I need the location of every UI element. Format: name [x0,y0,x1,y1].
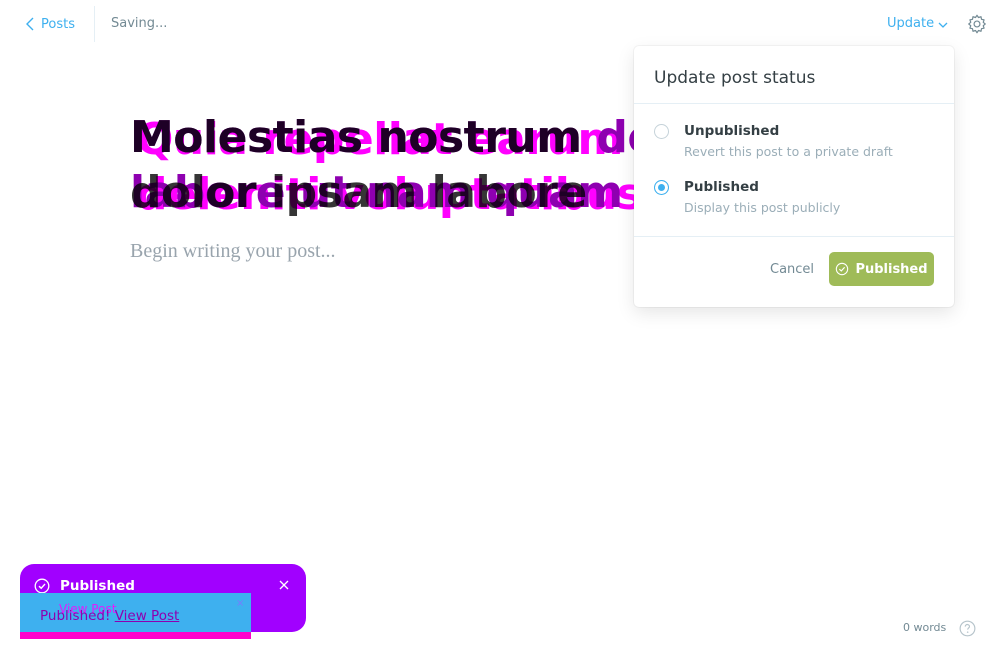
option-description: Revert this post to a private draft [684,144,893,159]
close-icon[interactable] [278,578,290,592]
post-title-shadow: Molestias nostrum dolor ipsam labore [130,112,587,218]
notification-text: Published! [40,608,111,624]
popover-title: Update post status [654,68,816,88]
save-status: Saving... [111,16,168,31]
update-menu-button[interactable]: Update [887,16,948,31]
chevron-left-icon [26,17,34,31]
popover-divider [634,236,954,237]
header-divider [94,6,95,42]
cancel-button[interactable]: Cancel [770,262,814,277]
word-count: 0 words [903,621,947,634]
back-to-posts-link[interactable]: Posts [25,15,75,33]
popover-divider [634,103,954,104]
check-circle-icon [836,262,849,276]
check-circle-icon [34,578,50,594]
option-label: Published [684,179,759,195]
option-label: Unpublished [684,123,780,139]
post-body-placeholder[interactable]: Begin writing your post... [130,240,336,263]
chevron-down-icon [938,22,948,28]
question-circle-icon[interactable] [959,620,976,637]
post-title-field[interactable]: Quia repellat earum molestias deleniti v… [130,110,634,222]
update-label: Update [887,16,935,31]
post-status-popover: Update post status Unpublished Revert th… [634,46,954,307]
status-option-unpublished[interactable]: Unpublished Revert this post to a privat… [654,120,934,164]
back-label: Posts [41,16,75,32]
notification-strip [20,632,251,639]
view-post-link[interactable]: View Post [115,608,180,624]
radio-published[interactable] [654,180,669,195]
notification-ghost-close: × [236,598,245,609]
notification-message: Published! View Post [40,608,179,624]
gear-icon[interactable] [966,13,988,35]
option-description: Display this post publicly [684,200,841,215]
radio-unpublished[interactable] [654,124,669,139]
publish-label: Published [855,261,928,277]
publish-button[interactable]: Published [829,252,934,286]
notification-title: Published [60,578,135,594]
status-option-published[interactable]: Published Display this post publicly [654,176,934,220]
